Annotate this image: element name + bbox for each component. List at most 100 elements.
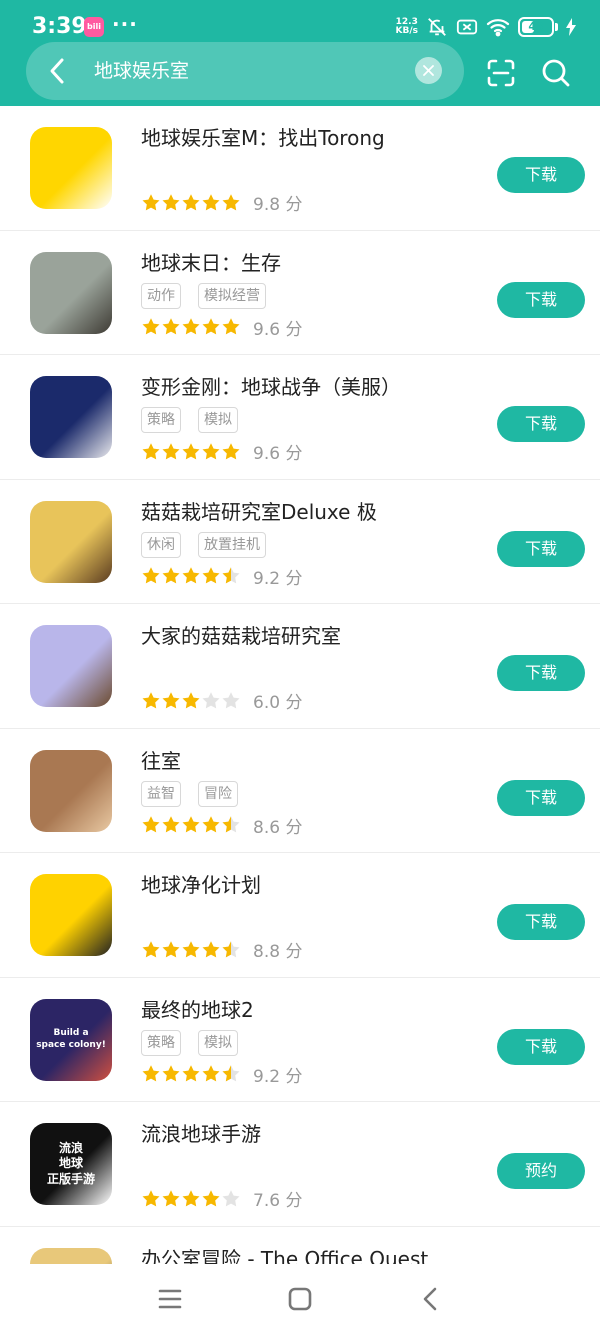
back-nav-icon[interactable] — [416, 1284, 446, 1314]
star-icon — [182, 318, 200, 335]
star-icon — [142, 567, 160, 584]
app-name[interactable]: 地球净化计划 — [141, 871, 261, 899]
app-row[interactable]: 往室 益智 冒险 8.6 分 下载 — [0, 729, 600, 853]
app-name[interactable]: 最终的地球2 — [141, 996, 254, 1024]
download-button[interactable]: 下载 — [497, 655, 585, 691]
app-icon-text: Build a — [53, 1027, 89, 1038]
app-name[interactable]: 大家的菇菇栽培研究室 — [141, 622, 341, 650]
app-name[interactable]: 办公室冒险 - The Office Quest — [141, 1245, 428, 1265]
app-row[interactable]: 地球娱乐室M：找出Torong 9.8 分 下载 — [0, 106, 600, 231]
star-icon — [202, 193, 220, 210]
battery-icon: 43 — [518, 17, 554, 37]
download-button[interactable]: 下载 — [497, 406, 585, 442]
app-name[interactable]: 流浪地球手游 — [141, 1120, 261, 1148]
header: 3:39 bili ··· 12.3 KB/s 43 地球娱乐室 — [0, 0, 600, 106]
app-icon-text: 流浪 — [58, 1140, 83, 1155]
star-icon — [222, 442, 240, 459]
reserve-button[interactable]: 预约 — [497, 1153, 585, 1189]
back-arrow-icon[interactable] — [42, 54, 76, 88]
app-tag: 模拟经营 — [198, 282, 266, 309]
app-name[interactable]: 菇菇栽培研究室Deluxe 极 — [141, 498, 377, 526]
star-icon — [182, 691, 200, 708]
app-tag: 模拟 — [198, 1029, 238, 1056]
star-icon — [202, 816, 220, 833]
rating-score: 9.6 分 — [253, 444, 303, 464]
scan-icon[interactable] — [486, 58, 516, 88]
app-row[interactable]: 地球净化计划 8.8 分 下载 — [0, 853, 600, 978]
app-icon[interactable] — [30, 251, 112, 334]
download-button[interactable]: 下载 — [497, 281, 585, 318]
download-button[interactable]: 下载 — [497, 779, 585, 816]
app-icon[interactable] — [30, 1247, 112, 1264]
search-icon[interactable] — [541, 58, 571, 88]
app-name[interactable]: 地球末日：生存 — [141, 249, 281, 277]
star-icon — [142, 940, 160, 957]
search-bar[interactable] — [26, 42, 464, 100]
menu-icon[interactable] — [155, 1284, 185, 1314]
app-row[interactable]: 菇菇栽培研究室Deluxe 极休闲 放置挂机 9.2 分 下载 — [0, 480, 600, 604]
star-icon — [162, 940, 180, 957]
app-tag: 模拟 — [198, 407, 238, 433]
app-icon[interactable] — [30, 500, 112, 583]
star-icon — [162, 318, 180, 335]
download-button[interactable]: 下载 — [497, 530, 585, 567]
star-icon — [182, 1065, 200, 1082]
home-icon[interactable] — [285, 1284, 315, 1314]
star-icon — [202, 691, 220, 708]
charging-bolt-icon — [566, 18, 576, 36]
star-icon — [222, 1065, 240, 1082]
app-tags: 休闲 放置挂机 — [141, 531, 266, 558]
app-icon[interactable] — [30, 749, 112, 832]
status-more-dots: ··· — [112, 12, 138, 36]
star-icon — [142, 1065, 160, 1082]
search-input[interactable]: 地球娱乐室 — [94, 58, 189, 84]
app-row[interactable]: 地球末日：生存 动作 模拟经营 9.6 分 下载 — [0, 231, 600, 355]
star-icon — [222, 193, 240, 210]
app-tags: 益智 冒险 — [141, 780, 238, 807]
app-tag: 益智 — [141, 780, 181, 807]
star-icon — [222, 318, 240, 335]
app-tag: 动作 — [141, 282, 181, 309]
rating-stars: 9.2 分 — [141, 1062, 302, 1087]
app-name[interactable]: 变形金刚：地球战争（美服） — [141, 373, 401, 401]
clear-search-button[interactable] — [415, 57, 442, 84]
battery-level: 43 — [528, 20, 544, 33]
app-icon[interactable] — [30, 625, 112, 707]
star-icon — [182, 193, 200, 210]
rating-score: 8.8 分 — [253, 942, 303, 962]
rating-stars: 6.0 分 — [141, 688, 302, 713]
star-icon — [162, 1189, 180, 1206]
app-row[interactable]: 变形金刚：地球战争（美服） 策略 模拟 9.6 分 下载 — [0, 355, 600, 480]
network-speed-unit: KB/s — [395, 26, 418, 36]
star-icon — [162, 1065, 180, 1082]
star-icon — [202, 567, 220, 584]
star-icon — [142, 193, 160, 210]
rating-score: 9.2 分 — [253, 568, 303, 589]
app-name[interactable]: 往室 — [141, 747, 181, 775]
rating-stars: 8.8 分 — [141, 937, 302, 962]
star-icon — [202, 318, 220, 335]
app-icon[interactable]: 流浪 地球 正版手游 — [30, 1123, 112, 1205]
star-icon — [182, 816, 200, 833]
download-button[interactable]: 下载 — [497, 1028, 585, 1065]
rating-score: 9.8 分 — [253, 195, 303, 215]
app-row[interactable]: Build a space colony! 最终的地球2 策略 模拟 9.2 分 下载 — [0, 978, 600, 1102]
app-row[interactable]: 大家的菇菇栽培研究室 6.0 分 下载 — [0, 604, 600, 729]
app-tags: 策略 模拟 — [141, 407, 238, 433]
star-icon — [182, 940, 200, 957]
app-row[interactable]: 办公室冒险 - The Office Quest — [0, 1227, 600, 1265]
wifi-icon — [486, 19, 510, 37]
rating-score: 7.6 分 — [253, 1191, 303, 1211]
mute-bell-icon — [428, 18, 446, 36]
download-button[interactable]: 下载 — [497, 904, 585, 940]
download-button[interactable]: 下载 — [497, 157, 585, 193]
app-name[interactable]: 地球娱乐室M：找出Torong — [141, 124, 385, 152]
app-icon[interactable] — [30, 127, 112, 209]
app-icon[interactable]: Build a space colony! — [30, 998, 112, 1081]
star-icon — [142, 318, 160, 335]
app-row[interactable]: 流浪 地球 正版手游 流浪地球手游 7.6 分 预约 — [0, 1102, 600, 1227]
search-results-list: 地球娱乐室M：找出Torong 9.8 分下载 地球末日：生存 动作 模拟经营 9.6 分… — [0, 106, 600, 1264]
star-icon — [162, 193, 180, 210]
app-icon[interactable] — [30, 376, 112, 458]
app-icon[interactable] — [30, 874, 112, 956]
